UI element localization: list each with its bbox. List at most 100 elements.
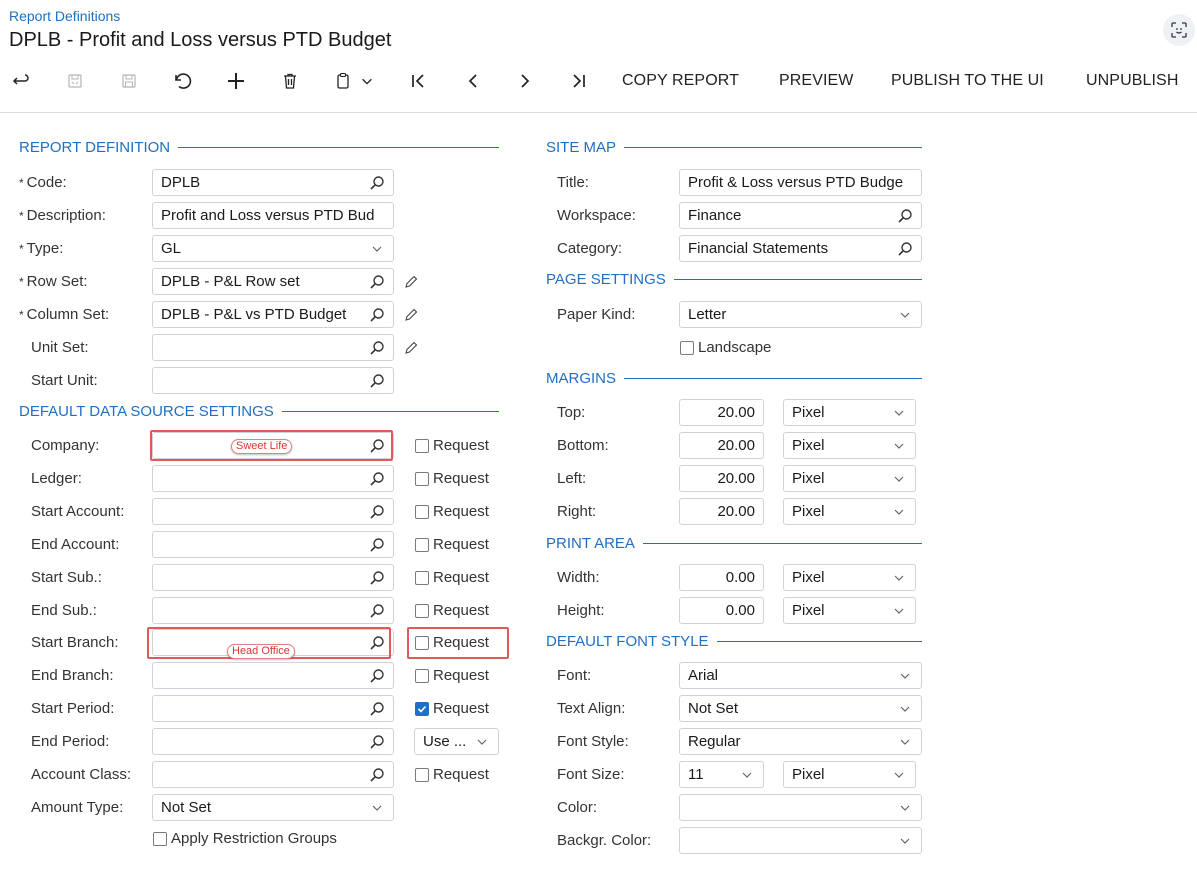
workspace-field[interactable]: Finance (679, 202, 922, 229)
unit-set-field[interactable] (152, 334, 394, 361)
save-button[interactable] (116, 68, 142, 94)
section-print-area: PRINT AREA (546, 535, 922, 552)
search-icon[interactable] (369, 274, 385, 290)
start-period-request-checkbox[interactable]: Request (415, 700, 489, 717)
account-class-request-checkbox[interactable]: Request (415, 766, 489, 783)
paper-kind-select[interactable]: Letter (679, 301, 922, 328)
pencil-icon[interactable] (403, 274, 419, 290)
save-close-button[interactable] (62, 68, 88, 94)
font-size-select[interactable]: 11 (679, 761, 764, 788)
search-icon[interactable] (369, 701, 385, 717)
ledger-request-checkbox[interactable]: Request (415, 470, 489, 487)
amount-type-select[interactable]: Not Set (152, 794, 394, 821)
landscape-checkbox[interactable]: Landscape (680, 339, 771, 356)
search-icon[interactable] (369, 603, 385, 619)
section-title: PAGE SETTINGS (546, 271, 666, 288)
first-record-button[interactable] (405, 68, 431, 94)
section-data-source: DEFAULT DATA SOURCE SETTINGS (19, 403, 499, 420)
font-style-select[interactable]: Regular (679, 728, 922, 755)
color-select[interactable] (679, 794, 922, 821)
print-height-field[interactable]: 0.00 (679, 597, 764, 624)
delete-button[interactable] (278, 68, 302, 94)
add-button[interactable] (223, 68, 249, 94)
pencil-icon[interactable] (403, 340, 419, 356)
category-field[interactable]: Financial Statements (679, 235, 922, 262)
chevron-down-icon (891, 438, 907, 454)
start-sub-field[interactable] (152, 564, 394, 591)
previous-record-button[interactable] (460, 68, 486, 94)
ledger-field[interactable] (152, 465, 394, 492)
site-title-field[interactable]: Profit & Loss versus PTD Budge (679, 169, 922, 196)
end-period-option-select[interactable]: Use ... (414, 728, 499, 755)
end-period-field[interactable] (152, 728, 394, 755)
pencil-icon[interactable] (403, 307, 419, 323)
type-select[interactable]: GL (152, 235, 394, 262)
start-sub-request-checkbox[interactable]: Request (415, 569, 489, 586)
search-icon[interactable] (369, 373, 385, 389)
margin-right-unit-select[interactable]: Pixel (783, 498, 916, 525)
text-align-select[interactable]: Not Set (679, 695, 922, 722)
print-height-label: Height: (557, 602, 605, 619)
chevron-down-icon (897, 734, 913, 750)
margin-left-field[interactable]: 20.00 (679, 465, 764, 492)
preview-button[interactable]: PREVIEW (779, 72, 854, 90)
search-icon[interactable] (369, 734, 385, 750)
cancel-button[interactable] (170, 68, 196, 94)
backgr-color-label: Backgr. Color: (557, 832, 652, 849)
code-field[interactable]: DPLB (152, 169, 394, 196)
end-branch-request-checkbox[interactable]: Request (415, 667, 489, 684)
search-icon[interactable] (369, 767, 385, 783)
print-width-unit-select[interactable]: Pixel (783, 564, 916, 591)
backgr-color-select[interactable] (679, 827, 922, 854)
print-width-field[interactable]: 0.00 (679, 564, 764, 591)
search-icon[interactable] (369, 307, 385, 323)
end-sub-field[interactable] (152, 597, 394, 624)
margin-right-field[interactable]: 20.00 (679, 498, 764, 525)
last-record-button[interactable] (566, 68, 592, 94)
section-margins: MARGINS (546, 370, 922, 387)
apply-restriction-checkbox[interactable]: Apply Restriction Groups (153, 830, 337, 847)
start-account-request-checkbox[interactable]: Request (415, 503, 489, 520)
search-icon[interactable] (369, 570, 385, 586)
description-field[interactable]: Profit and Loss versus PTD Bud (152, 202, 394, 229)
next-record-button[interactable] (512, 68, 538, 94)
start-unit-field[interactable] (152, 367, 394, 394)
search-icon[interactable] (369, 537, 385, 553)
save-close-icon (68, 74, 82, 88)
focus-mode-button[interactable] (1163, 14, 1195, 46)
company-request-checkbox[interactable]: Request (415, 437, 489, 454)
undo-icon (175, 73, 192, 89)
unpublish-button[interactable]: UNPUBLISH (1086, 72, 1178, 90)
end-account-request-checkbox[interactable]: Request (415, 536, 489, 553)
search-icon[interactable] (369, 340, 385, 356)
end-account-field[interactable] (152, 531, 394, 558)
margin-top-field[interactable]: 20.00 (679, 399, 764, 426)
margin-top-unit-select[interactable]: Pixel (783, 399, 916, 426)
margin-right-label: Right: (557, 503, 597, 520)
print-height-unit-select[interactable]: Pixel (783, 597, 916, 624)
font-size-unit-select[interactable]: Pixel (783, 761, 916, 788)
account-class-field[interactable] (152, 761, 394, 788)
search-icon[interactable] (369, 668, 385, 684)
start-account-field[interactable] (152, 498, 394, 525)
margin-left-unit-select[interactable]: Pixel (783, 465, 916, 492)
start-period-field[interactable] (152, 695, 394, 722)
back-button[interactable] (10, 68, 32, 94)
search-icon[interactable] (369, 471, 385, 487)
search-icon[interactable] (897, 208, 913, 224)
row-set-field[interactable]: DPLB - P&L Row set (152, 268, 394, 295)
search-icon[interactable] (369, 504, 385, 520)
publish-button[interactable]: PUBLISH TO THE UI (891, 72, 1044, 90)
type-label: * Type: (19, 240, 64, 257)
copy-paste-button[interactable] (330, 68, 378, 94)
search-icon[interactable] (369, 175, 385, 191)
end-sub-request-checkbox[interactable]: Request (415, 602, 489, 619)
copy-report-button[interactable]: COPY REPORT (622, 72, 739, 90)
margin-bottom-field[interactable]: 20.00 (679, 432, 764, 459)
font-select[interactable]: Arial (679, 662, 922, 689)
column-set-field[interactable]: DPLB - P&L vs PTD Budget (152, 301, 394, 328)
search-icon[interactable] (897, 241, 913, 257)
breadcrumb[interactable]: Report Definitions (9, 8, 120, 24)
end-branch-field[interactable] (152, 662, 394, 689)
margin-bottom-unit-select[interactable]: Pixel (783, 432, 916, 459)
